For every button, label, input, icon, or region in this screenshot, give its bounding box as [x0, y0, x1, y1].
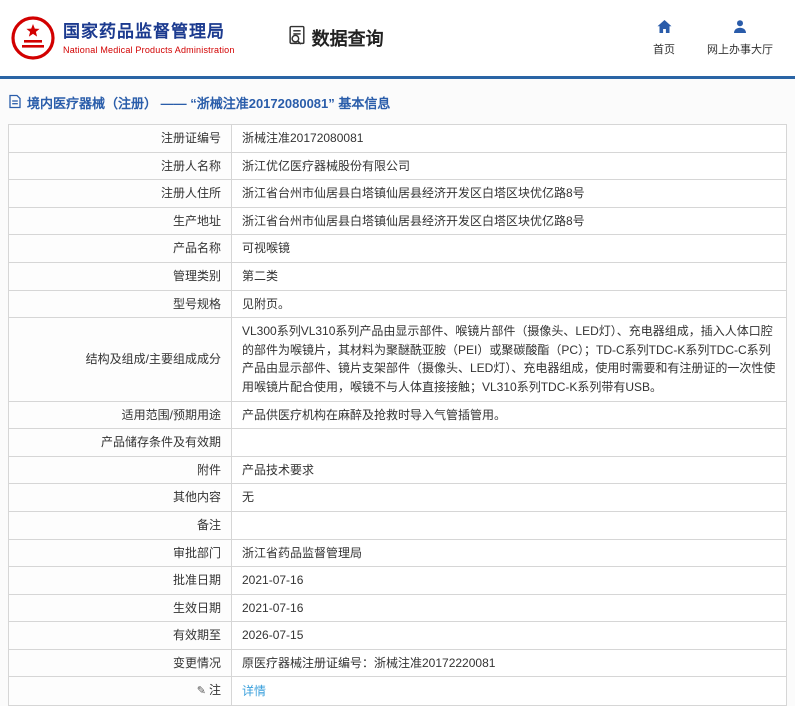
row-label: 注册人名称: [8, 151, 232, 181]
row-label: 附件: [8, 455, 232, 485]
table-row: 批准日期 2021-07-16: [8, 566, 787, 595]
table-row: 备注: [8, 510, 787, 540]
table-row: 其他内容无: [8, 483, 787, 512]
document-icon: [8, 94, 22, 112]
row-label-text: 结构及组成/主要组成成分: [85, 352, 221, 367]
table-row: 生效日期 2021-07-16: [8, 593, 787, 623]
data-query-label: 数据查询: [311, 29, 384, 49]
person-icon: [732, 19, 748, 38]
row-value: 详情: [231, 676, 787, 706]
row-value: 浙江优亿医疗器械股份有限公司: [231, 151, 787, 181]
row-label: 备注: [8, 510, 232, 540]
table-row: 注册人住所 浙江省台州市仙居县白塔镇仙居县经济开发区白塔区块优亿路8号: [8, 179, 787, 208]
detail-link[interactable]: 详情: [242, 684, 266, 698]
row-label-text: 适用范围/预期用途: [121, 407, 221, 422]
row-label-text: 附件: [196, 462, 221, 477]
table-row: 结构及组成/主要组成成分 VL300系列VL310系列产品由显示部件、喉镜片部件（…: [8, 317, 787, 402]
nav-service-hall[interactable]: 网上办事大厅: [707, 19, 773, 57]
row-value: 无: [231, 483, 787, 512]
row-value: 浙江省台州市仙居县白塔镇仙居县经济开发区白塔区块优亿路8号: [231, 179, 787, 208]
table-row: 有效期至 2026-07-15: [8, 621, 787, 650]
row-label-text: 其他内容: [172, 490, 221, 505]
row-label: 产品储存条件及有效期: [8, 428, 232, 457]
row-label: 管理类别: [8, 261, 232, 291]
row-label: 审批部门: [8, 538, 232, 568]
row-value: 产品供医疗机构在麻醉及抢救时导入气管插管用。: [231, 400, 787, 430]
table-row: 注册人名称 浙江优亿医疗器械股份有限公司: [8, 151, 787, 181]
table-row: 型号规格 见附页。: [8, 289, 787, 319]
org-name: 国家药品监督管理局: [63, 22, 225, 42]
row-label: 批准日期: [8, 566, 232, 595]
table-row: 适用范围/预期用途 产品供医疗机构在麻醉及抢救时导入气管插管用。: [8, 400, 787, 430]
row-label: ✎ 注: [8, 676, 232, 706]
row-label: 结构及组成/主要组成成分: [8, 317, 232, 402]
national-emblem-icon: [10, 14, 56, 62]
row-label-text: 注: [208, 683, 221, 698]
table-row: 管理类别 第二类: [8, 261, 787, 291]
org-title-block: 国家药品监督管理局 National Medical Products Admi…: [63, 21, 235, 54]
row-value: 见附页。: [231, 289, 787, 319]
row-value: 原医疗器械注册证编号：浙械注准20172220081: [231, 648, 787, 678]
nav-home-label: 首页: [653, 44, 675, 56]
row-value: [231, 510, 787, 540]
row-value: [231, 428, 787, 457]
row-label-text: 变更情况: [172, 655, 221, 670]
row-value: 第二类: [231, 261, 787, 291]
row-label: 注册人住所: [8, 179, 232, 208]
row-label-text: 注册人名称: [160, 158, 221, 173]
site-header: 国家药品监督管理局 National Medical Products Admi…: [0, 0, 795, 76]
row-label-text: 生效日期: [172, 600, 221, 615]
note-icon: ✎: [196, 685, 206, 698]
row-value: 2026-07-15: [231, 621, 787, 650]
row-label-text: 产品储存条件及有效期: [100, 435, 221, 450]
row-label: 其他内容: [8, 483, 232, 512]
row-label-text: 备注: [196, 517, 221, 532]
page-title-text: 境内医疗器械（注册） —— “浙械注准20172080081” 基本信息: [27, 96, 391, 111]
row-label: 生效日期: [8, 593, 232, 623]
org-name-en: National Medical Products Administration: [63, 44, 235, 55]
row-label: 变更情况: [8, 648, 232, 678]
nav-service-hall-label: 网上办事大厅: [707, 44, 773, 56]
home-icon: [656, 19, 673, 38]
row-value: VL300系列VL310系列产品由显示部件、喉镜片部件（摄像头、LED灯）、充电…: [231, 317, 787, 402]
row-value: 产品技术要求: [231, 455, 787, 485]
row-value: 浙江省药品监督管理局: [231, 538, 787, 568]
row-value: 浙江省台州市仙居县白塔镇仙居县经济开发区白塔区块优亿路8号: [231, 206, 787, 236]
row-label: 有效期至: [8, 621, 232, 650]
nav-data-query[interactable]: 数据查询: [287, 25, 384, 51]
row-value: 2021-07-16: [231, 566, 787, 595]
table-row: 注册证编号 浙械注准20172080081: [8, 124, 787, 153]
row-label: 注册证编号: [8, 124, 232, 153]
row-label: 型号规格: [8, 289, 232, 319]
row-label: 生产地址: [8, 206, 232, 236]
page-title: 境内医疗器械（注册） —— “浙械注准20172080081” 基本信息: [8, 93, 787, 112]
row-label-text: 管理类别: [172, 268, 221, 283]
nav-home[interactable]: 首页: [647, 19, 681, 57]
row-label: 产品名称: [8, 234, 232, 263]
table-row: 产品储存条件及有效期: [8, 428, 787, 457]
main-content: 境内医疗器械（注册） —— “浙械注准20172080081” 基本信息 注册证…: [0, 79, 795, 706]
row-value: 可视喉镜: [231, 234, 787, 263]
row-label-text: 生产地址: [172, 213, 221, 228]
row-label-text: 产品名称: [172, 241, 221, 256]
row-label-text: 批准日期: [172, 573, 221, 588]
row-value: 2021-07-16: [231, 593, 787, 623]
row-label-text: 审批部门: [172, 545, 221, 560]
row-label-text: 注册人住所: [160, 186, 221, 201]
info-table-body: 注册证编号 浙械注准20172080081 注册人名称 浙江优亿医疗器械股份有限公司注…: [8, 124, 787, 706]
table-row: 附件 产品技术要求: [8, 455, 787, 485]
table-row: ✎ 注详情: [8, 676, 787, 706]
table-row: 审批部门 浙江省药品监督管理局: [8, 538, 787, 568]
data-query-icon: [287, 25, 308, 51]
table-row: 生产地址 浙江省台州市仙居县白塔镇仙居县经济开发区白塔区块优亿路8号: [8, 206, 787, 236]
table-row: 产品名称 可视喉镜: [8, 234, 787, 263]
table-row: 变更情况 原医疗器械注册证编号：浙械注准20172220081: [8, 648, 787, 678]
row-label-text: 有效期至: [172, 628, 221, 643]
row-label-text: 注册证编号: [160, 131, 221, 145]
row-label: 适用范围/预期用途: [8, 400, 232, 430]
info-table: 注册证编号 浙械注准20172080081 注册人名称 浙江优亿医疗器械股份有限公司注…: [8, 124, 787, 706]
top-nav: 首页 网上办事大厅: [647, 19, 773, 57]
row-label-text: 型号规格: [172, 296, 221, 311]
row-value: 浙械注准20172080081: [231, 124, 787, 153]
